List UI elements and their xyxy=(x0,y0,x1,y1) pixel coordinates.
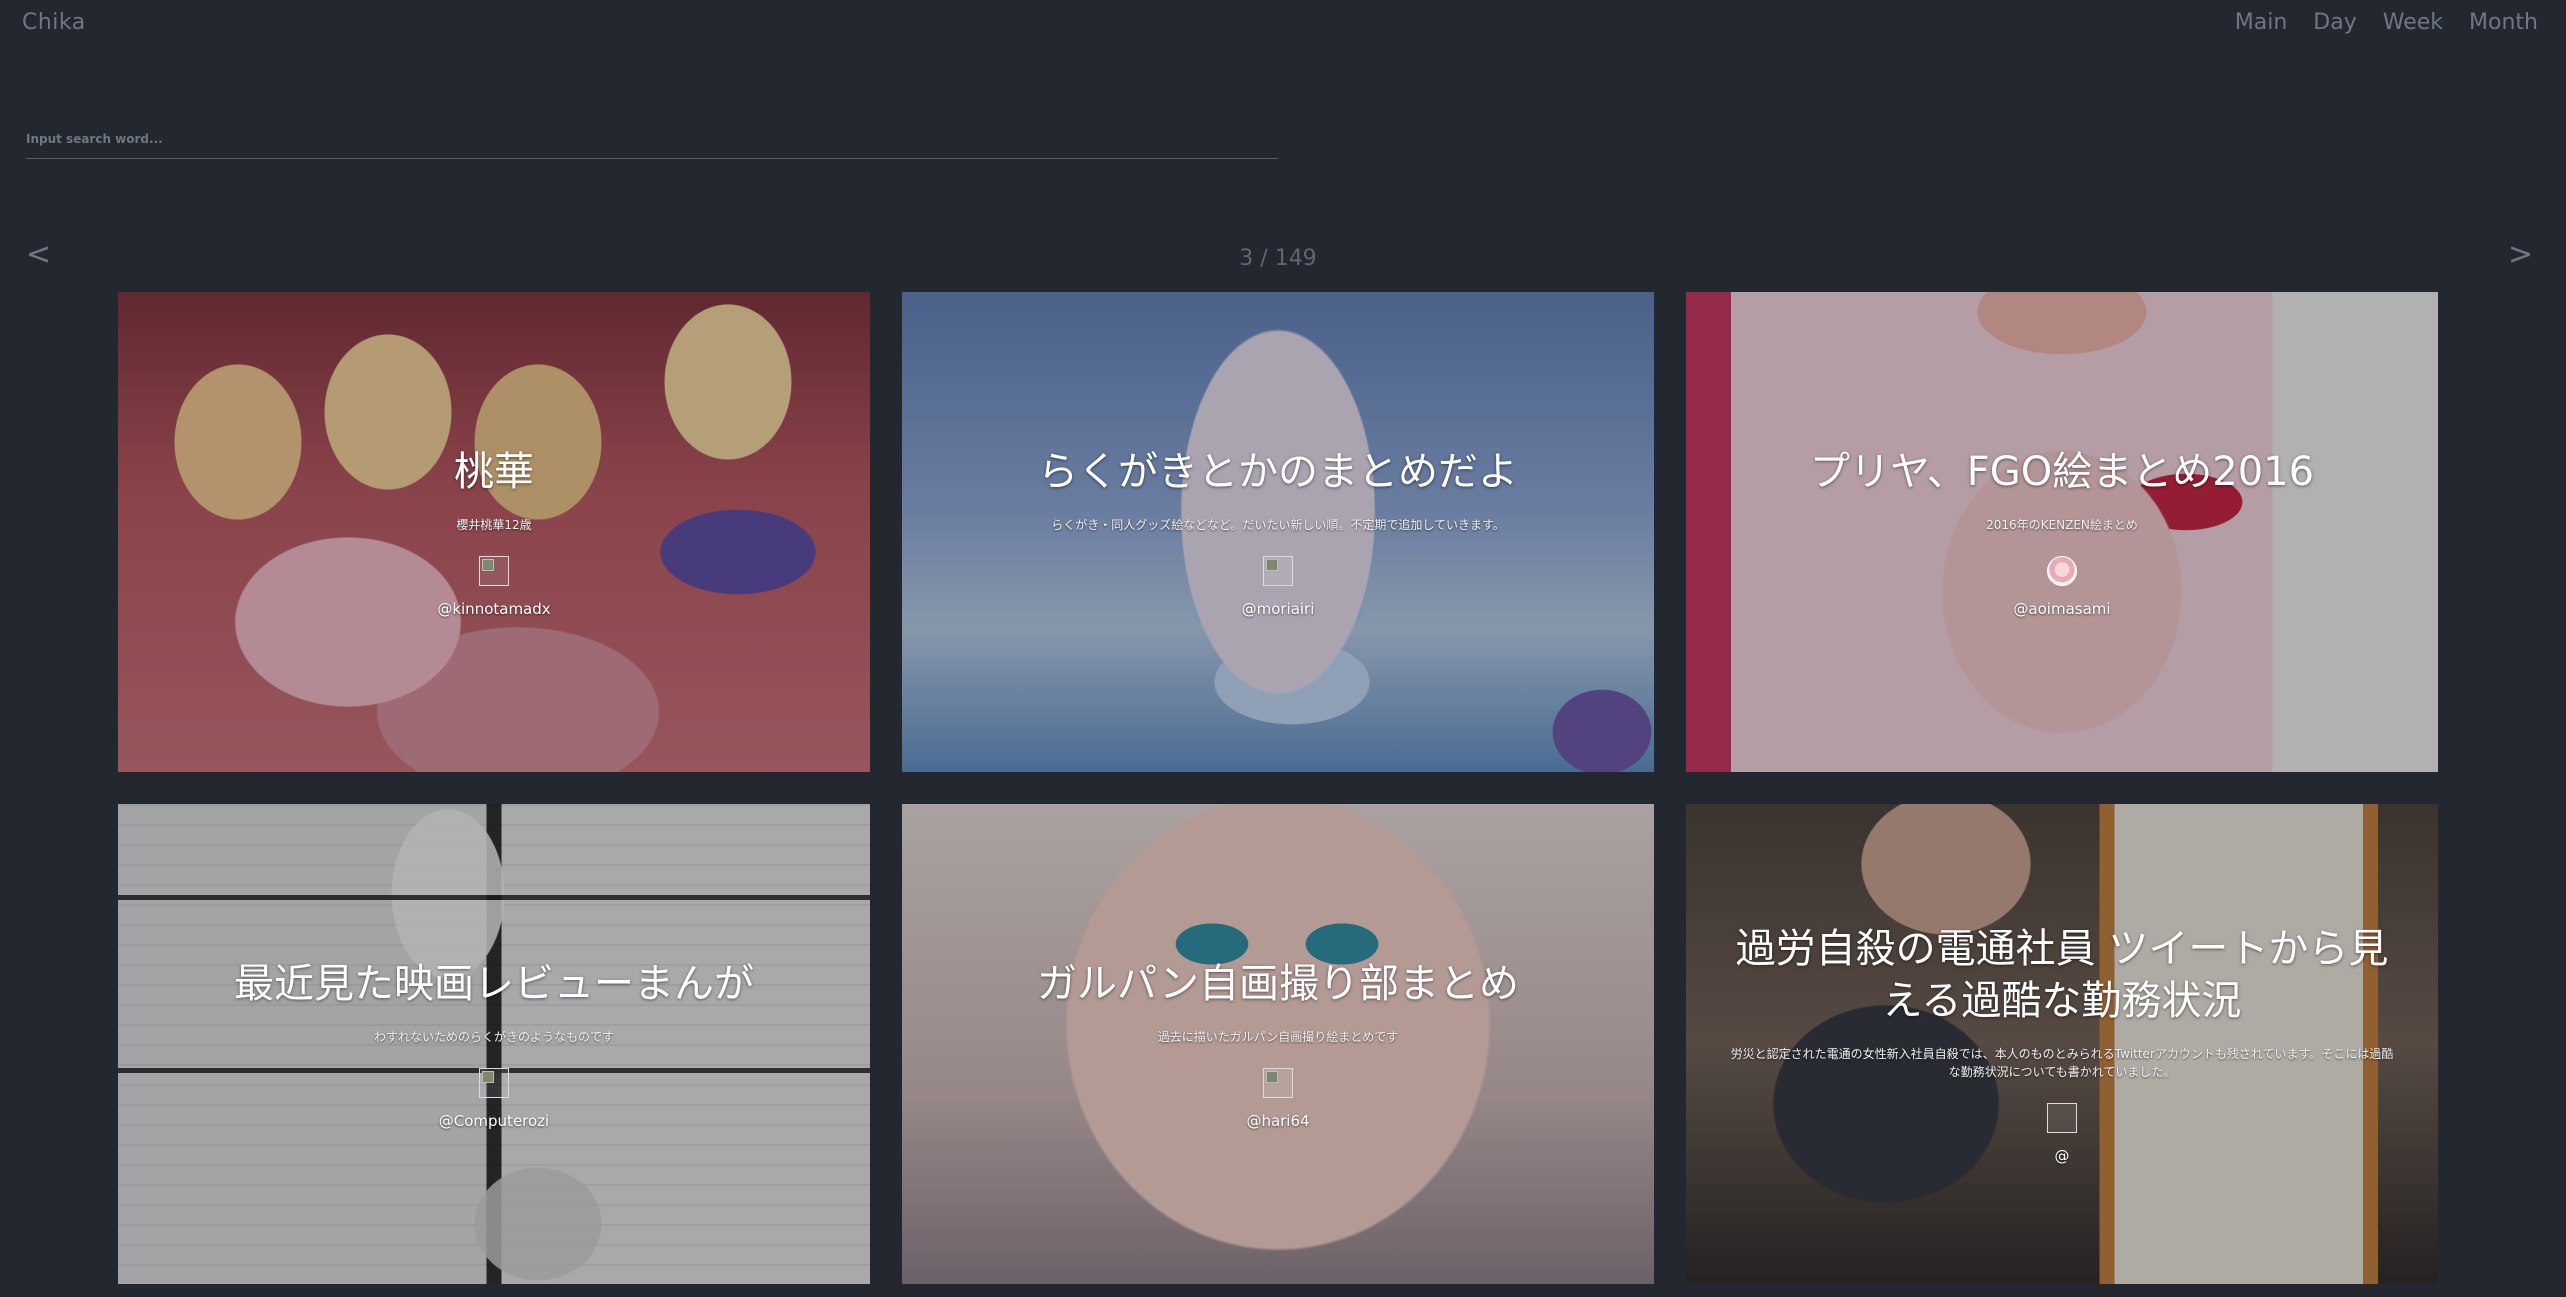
card-description: 2016年のKENZEN絵まとめ xyxy=(1986,518,2138,532)
avatar-profile-icon[interactable] xyxy=(2047,556,2077,586)
card-author-handle[interactable]: @hari64 xyxy=(1246,1112,1309,1130)
card-title: プリヤ、FGO絵まとめ2016 xyxy=(1809,449,2315,495)
card-author-handle[interactable]: @kinnotamadx xyxy=(437,600,550,618)
card-title: 過労自殺の電通社員 ツイートから見える過酷な勤務状況 xyxy=(1735,926,2389,1024)
card-author-handle[interactable]: @ xyxy=(2055,1147,2070,1165)
nav-item-month[interactable]: Month xyxy=(2469,10,2538,35)
card-author-handle[interactable]: @moriairi xyxy=(1242,600,1315,618)
avatar-empty-icon[interactable] xyxy=(2047,1103,2077,1133)
card-description: 櫻井桃華12歳 xyxy=(456,518,532,532)
avatar-broken-image-icon[interactable] xyxy=(479,556,509,586)
nav-item-day[interactable]: Day xyxy=(2313,10,2356,35)
card-description: 過去に描いたガルパン自画撮り絵まとめです xyxy=(1157,1030,1399,1044)
card-author-handle[interactable]: @aoimasami xyxy=(2013,600,2110,618)
card-item[interactable]: ガルパン自画撮り部まとめ 過去に描いたガルパン自画撮り絵まとめです @hari6… xyxy=(902,804,1654,1284)
card-item[interactable]: 最近見た映画レビューまんが わすれないためのらくがきのようなものです @Comp… xyxy=(118,804,870,1284)
avatar-broken-image-icon[interactable] xyxy=(1263,556,1293,586)
search-input[interactable] xyxy=(26,120,1278,159)
card-title: 最近見た映画レビューまんが xyxy=(234,961,754,1007)
avatar-broken-image-icon[interactable] xyxy=(479,1068,509,1098)
card-item[interactable]: プリヤ、FGO絵まとめ2016 2016年のKENZEN絵まとめ @aoimas… xyxy=(1686,292,2438,772)
card-item[interactable]: らくがきとかのまとめだよ らくがき・同人グッズ絵などなど。だいたい新しい順。不定… xyxy=(902,292,1654,772)
card-item[interactable]: 桃華 櫻井桃華12歳 @kinnotamadx xyxy=(118,292,870,772)
card-description: らくがき・同人グッズ絵などなど。だいたい新しい順。不定期で追加していきます。 xyxy=(1051,518,1505,532)
card-title: 桃華 xyxy=(454,449,534,495)
card-title: らくがきとかのまとめだよ xyxy=(1038,449,1518,495)
nav-menu: Main Day Week Month xyxy=(2235,10,2538,35)
app-title[interactable]: Chika xyxy=(22,10,86,35)
prev-page-button[interactable]: < xyxy=(26,240,51,270)
card-author-handle[interactable]: @Computerozi xyxy=(439,1112,549,1130)
nav-item-main[interactable]: Main xyxy=(2235,10,2288,35)
next-page-button[interactable]: > xyxy=(2508,240,2533,270)
card-description: わすれないためのらくがきのようなものです xyxy=(373,1030,614,1044)
nav-item-week[interactable]: Week xyxy=(2383,10,2443,35)
avatar-broken-image-icon[interactable] xyxy=(1263,1068,1293,1098)
card-description: 労災と認定された電通の女性新入社員自殺では、本人のものとみられるTwitterア… xyxy=(1730,1047,2394,1079)
top-bar: Chika Main Day Week Month xyxy=(0,0,2566,48)
card-title: ガルパン自画撮り部まとめ xyxy=(1037,961,1519,1007)
page-indicator: 3 / 149 xyxy=(1239,246,1317,271)
card-item[interactable]: 過労自殺の電通社員 ツイートから見える過酷な勤務状況 労災と認定された電通の女性… xyxy=(1686,804,2438,1284)
search-bar xyxy=(26,120,1278,160)
